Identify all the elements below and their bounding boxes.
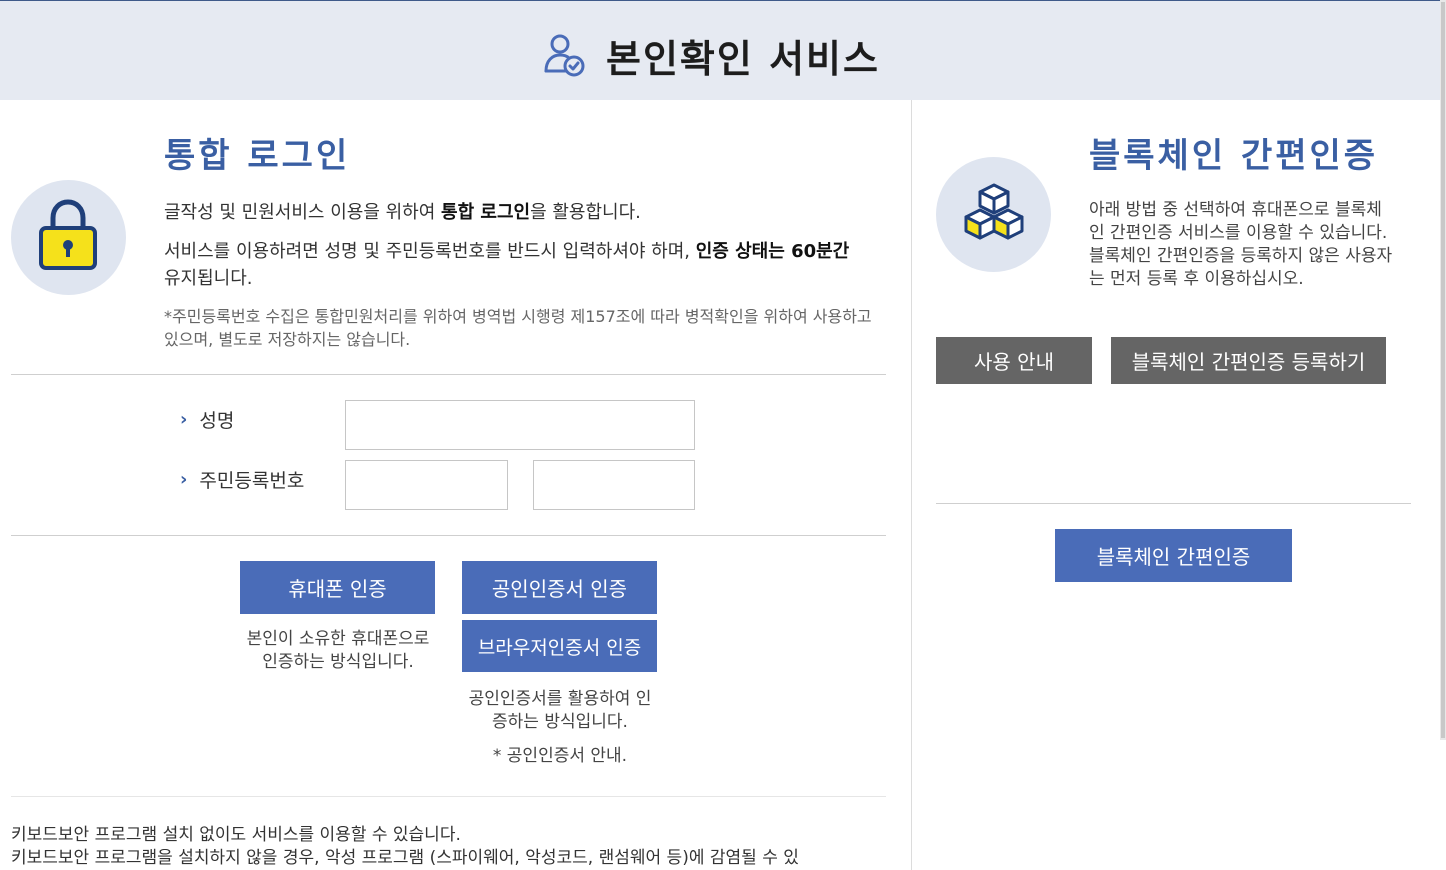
chevron-right-icon: › xyxy=(180,469,188,490)
name-field-label: › 성명 xyxy=(180,406,234,433)
login-intro-bold: 통합 로그인 xyxy=(441,202,531,223)
header-title-group: 본인확인 서비스 xyxy=(540,31,880,81)
blockchain-section-title: 블록체인 간편인증 xyxy=(1089,136,1379,176)
name-input[interactable] xyxy=(345,400,695,450)
page-title: 본인확인 서비스 xyxy=(606,36,880,81)
keyboard-security-notice-2: 키보드보안 프로그램을 설치하지 않을 경우, 악성 프로그램 (스파이웨어, … xyxy=(11,848,799,868)
cert-auth-button[interactable]: 공인인증서 인증 xyxy=(462,561,657,614)
cubes-icon-badge xyxy=(936,157,1051,272)
cubes-icon xyxy=(964,183,1024,240)
phone-auth-description: 본인이 소유한 휴대폰으로 인증하는 방식입니다. xyxy=(246,629,430,672)
login-section-title: 통합 로그인 xyxy=(164,136,351,176)
rrn-front-input[interactable] xyxy=(345,460,508,510)
lock-icon-badge xyxy=(11,180,126,295)
login-session-bold: 인증 상태는 60분간 xyxy=(695,241,850,262)
login-session-suffix: 유지됩니다. xyxy=(164,268,253,289)
rrn-back-input[interactable] xyxy=(533,460,695,510)
login-session-prefix: 서비스를 이용하려면 성명 및 주민등록번호를 반드시 입력하셔야 하며, xyxy=(164,241,696,262)
blockchain-auth-button[interactable]: 블록체인 간편인증 xyxy=(1055,529,1292,582)
login-intro-text: 글작성 및 민원서비스 이용을 위하여 통합 로그인을 활용합니다. xyxy=(164,199,864,226)
cert-guide-link[interactable]: * 공인인증서 안내. xyxy=(460,745,660,768)
section-divider xyxy=(936,503,1411,504)
usage-guide-button[interactable]: 사용 안내 xyxy=(936,337,1092,384)
section-divider xyxy=(11,374,886,375)
browser-cert-auth-button[interactable]: 브라우저인증서 인증 xyxy=(462,620,657,672)
phone-auth-button[interactable]: 휴대폰 인증 xyxy=(240,561,435,614)
rrn-field-label: › 주민등록번호 xyxy=(180,466,304,493)
name-label-text: 성명 xyxy=(199,410,235,432)
section-divider xyxy=(11,535,886,536)
blockchain-register-button[interactable]: 블록체인 간편인증 등록하기 xyxy=(1111,337,1386,384)
keyboard-security-notice-1: 키보드보안 프로그램 설치 없이도 서비스를 이용할 수 있습니다. xyxy=(11,825,461,845)
scrollbar-thumb[interactable] xyxy=(1441,2,1445,738)
section-divider xyxy=(11,796,886,797)
rrn-label-text: 주민등록번호 xyxy=(199,470,305,492)
login-session-text: 서비스를 이용하려면 성명 및 주민등록번호를 반드시 입력하셔야 하며, 인증… xyxy=(164,238,864,292)
chevron-right-icon: › xyxy=(180,409,188,430)
login-intro-prefix: 글작성 및 민원서비스 이용을 위하여 xyxy=(164,202,442,223)
rrn-collection-notice: *주민등록번호 수집은 통합민원처리를 위하여 병역법 시행령 제157조에 따… xyxy=(164,307,872,349)
cert-auth-description: 공인인증서를 활용하여 인증하는 방식입니다. xyxy=(468,689,652,732)
login-intro-suffix: 을 활용합니다. xyxy=(530,202,641,223)
user-check-icon xyxy=(544,34,585,77)
blockchain-description: 아래 방법 중 선택하여 휴대폰으로 블록체인 간편인증 서비스를 이용할 수 … xyxy=(1089,200,1393,289)
lock-icon xyxy=(39,199,97,270)
column-divider xyxy=(911,100,912,870)
page-header: 본인확인 서비스 xyxy=(0,1,1440,100)
